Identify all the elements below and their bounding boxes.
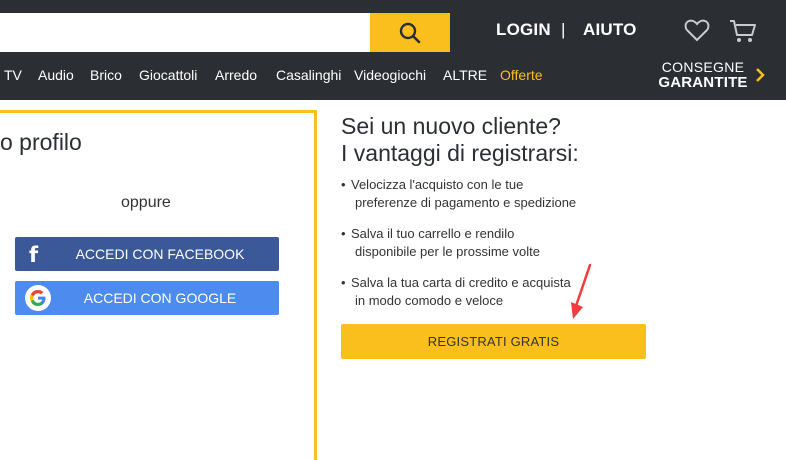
chevron-right-icon [756, 68, 765, 82]
delivery-line2: GARANTITE [658, 74, 748, 91]
or-divider-text: oppure [121, 194, 171, 211]
delivery-line1: CONSEGNE [661, 59, 745, 75]
google-login-button[interactable]: ACCEDI CON GOOGLE [15, 281, 279, 315]
nav-item-tv[interactable]: TV [4, 67, 22, 83]
benefit-line2: in modo comodo e veloce [355, 293, 504, 308]
heart-icon [684, 19, 710, 42]
benefit-item: Salva il tuo carrello e rendilo disponib… [341, 225, 661, 261]
facebook-login-button[interactable]: f ACCEDI CON FACEBOOK [15, 237, 279, 271]
wishlist-button[interactable] [684, 18, 710, 47]
benefit-line2: preferenze di pagamento e spedizione [355, 195, 577, 210]
help-link[interactable]: AIUTO [583, 20, 637, 40]
cart-icon [730, 20, 756, 42]
nav-item-audio[interactable]: Audio [38, 67, 74, 83]
login-link[interactable]: LOGIN [496, 20, 551, 40]
nav-item-giocattoli[interactable]: Giocattoli [139, 67, 197, 83]
register-button[interactable]: REGISTRATI GRATIS [341, 324, 646, 359]
nav-item-offerte[interactable]: Offerte [500, 67, 543, 83]
login-panel-title: o profilo [0, 129, 82, 155]
register-panel-title: Sei un nuovo cliente? I vantaggi di regi… [341, 113, 579, 167]
nav-item-altre[interactable]: ALTRE [443, 67, 487, 83]
nav-item-videogiochi[interactable]: Videogiochi [354, 67, 426, 83]
delivery-guarantee-link[interactable]: CONSEGNE GARANTITE [652, 59, 754, 91]
benefit-line1: Salva la tua carta di credito e acquista [351, 275, 571, 290]
nav-item-casalinghi[interactable]: Casalinghi [276, 67, 341, 83]
google-login-label: ACCEDI CON GOOGLE [83, 290, 237, 306]
register-title-line1: Sei un nuovo cliente? [341, 113, 561, 139]
benefit-item: Salva la tua carta di credito e acquista… [341, 274, 661, 310]
nav-item-arredo[interactable]: Arredo [215, 67, 257, 83]
cart-button[interactable] [729, 18, 757, 49]
register-title-line2: I vantaggi di registrarsi: [341, 140, 579, 166]
benefit-line1: Salva il tuo carrello e rendilo [351, 226, 515, 241]
facebook-login-label: ACCEDI CON FACEBOOK [75, 246, 245, 262]
benefit-line1: Velocizza l'acquisto con le tue [351, 177, 524, 192]
search-button[interactable] [370, 13, 450, 52]
search-icon [399, 22, 421, 43]
benefit-item: Velocizza l'acquisto con le tue preferen… [341, 176, 661, 212]
benefit-line2: disponibile per le prossime volte [355, 244, 540, 259]
benefits-list: Velocizza l'acquisto con le tue preferen… [341, 176, 661, 323]
annotation-arrow-icon [571, 263, 592, 319]
header-separator: | [561, 20, 566, 39]
nav-item-brico[interactable]: Brico [90, 67, 122, 83]
search-input[interactable] [0, 13, 370, 52]
